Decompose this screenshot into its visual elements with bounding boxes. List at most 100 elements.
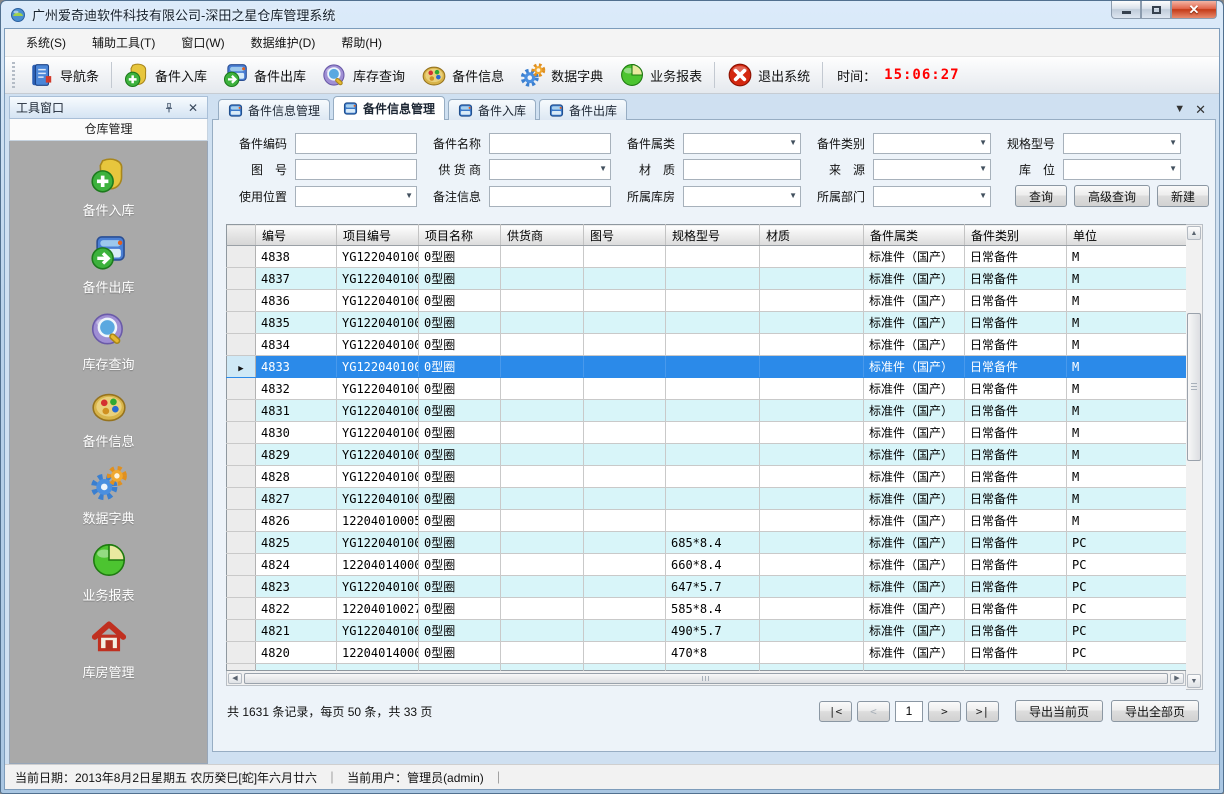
table-cell[interactable]: [760, 290, 864, 312]
table-cell[interactable]: [760, 444, 864, 466]
table-cell[interactable]: YG12204010093: [337, 246, 419, 268]
table-cell[interactable]: 标准件（国产）: [864, 620, 965, 642]
table-cell[interactable]: YG12204010083: [337, 466, 419, 488]
table-cell[interactable]: 4834: [256, 334, 337, 356]
row-selector[interactable]: [227, 246, 256, 268]
table-cell[interactable]: 标准件（国产）: [864, 444, 965, 466]
table-cell[interactable]: 日常备件: [965, 334, 1067, 356]
table-cell[interactable]: 日常备件: [965, 620, 1067, 642]
table-cell[interactable]: 4837: [256, 268, 337, 290]
table-cell[interactable]: M: [1067, 246, 1187, 268]
menu-item-4[interactable]: 帮助(H): [330, 30, 393, 55]
table-cell[interactable]: 标准件（国产）: [864, 510, 965, 532]
table-cell[interactable]: 0型圈: [419, 444, 501, 466]
table-cell[interactable]: [584, 378, 666, 400]
table-cell[interactable]: M: [1067, 334, 1187, 356]
table-cell[interactable]: 0型圈: [419, 598, 501, 620]
grid-column-header[interactable]: 规格型号: [666, 225, 760, 246]
table-cell[interactable]: 0型圈: [419, 510, 501, 532]
table-cell[interactable]: 0型圈: [419, 422, 501, 444]
table-cell[interactable]: [501, 488, 584, 510]
close-button[interactable]: ✕: [1171, 1, 1217, 19]
sidebar-item-6[interactable]: 库房管理: [39, 618, 179, 681]
table-cell[interactable]: 4833: [256, 356, 337, 378]
toolbar-button-5[interactable]: 数据字典: [512, 59, 611, 91]
table-cell[interactable]: [666, 268, 760, 290]
table-cell[interactable]: 标准件（国产）: [864, 334, 965, 356]
table-cell[interactable]: 标准件（国产）: [864, 246, 965, 268]
grid-column-header[interactable]: 供货商: [501, 225, 584, 246]
scroll-up-icon[interactable]: ▲: [1187, 226, 1201, 240]
toolbar-button-4[interactable]: 备件信息: [413, 59, 512, 91]
sidebar-close-icon[interactable]: ✕: [185, 100, 201, 115]
table-cell[interactable]: [584, 598, 666, 620]
toolbar-button-6[interactable]: 业务报表: [611, 59, 710, 91]
table-cell[interactable]: 647*5.7: [666, 576, 760, 598]
row-selector[interactable]: [227, 334, 256, 356]
table-cell[interactable]: [666, 444, 760, 466]
table-cell[interactable]: [760, 422, 864, 444]
table-cell[interactable]: 日常备件: [965, 312, 1067, 334]
table-cell[interactable]: [666, 422, 760, 444]
row-selector[interactable]: [227, 532, 256, 554]
row-selector[interactable]: [227, 554, 256, 576]
horizontal-scroll-thumb[interactable]: [244, 673, 1168, 684]
table-cell[interactable]: YG12204010084: [337, 444, 419, 466]
table-cell[interactable]: [760, 268, 864, 290]
table-cell[interactable]: [584, 642, 666, 664]
table-cell[interactable]: [584, 466, 666, 488]
table-cell[interactable]: YG12204010080: [337, 576, 419, 598]
table-cell[interactable]: PC: [1067, 620, 1187, 642]
table-cell[interactable]: M: [1067, 400, 1187, 422]
table-cell[interactable]: 日常备件: [965, 598, 1067, 620]
row-selector[interactable]: [227, 268, 256, 290]
scroll-down-icon[interactable]: ▼: [1187, 674, 1201, 688]
toolbar-grip[interactable]: [12, 62, 15, 88]
table-cell[interactable]: [501, 532, 584, 554]
table-cell[interactable]: YG12204010079: [337, 620, 419, 642]
table-cell[interactable]: [584, 334, 666, 356]
grid-column-header[interactable]: 项目编号: [337, 225, 419, 246]
table-cell[interactable]: 1220401400012: [337, 554, 419, 576]
grid-column-header[interactable]: 备件属类: [864, 225, 965, 246]
table-cell[interactable]: 标准件（国产）: [864, 378, 965, 400]
table-cell[interactable]: [584, 290, 666, 312]
table-cell[interactable]: 日常备件: [965, 466, 1067, 488]
table-cell[interactable]: 日常备件: [965, 246, 1067, 268]
table-cell[interactable]: [584, 620, 666, 642]
form-text-input[interactable]: [295, 159, 417, 180]
table-cell[interactable]: 4832: [256, 378, 337, 400]
table-cell[interactable]: 0型圈: [419, 334, 501, 356]
table-cell[interactable]: [666, 466, 760, 488]
table-cell[interactable]: YG12204010090: [337, 312, 419, 334]
table-cell[interactable]: YG12204010085: [337, 422, 419, 444]
menu-item-1[interactable]: 辅助工具(T): [81, 30, 166, 55]
form-text-input[interactable]: [489, 186, 611, 207]
table-cell[interactable]: [584, 312, 666, 334]
scroll-right-icon[interactable]: ▶: [1170, 673, 1184, 684]
tab-1[interactable]: 备件信息管理: [333, 96, 445, 120]
table-cell[interactable]: [584, 422, 666, 444]
form-text-input[interactable]: [683, 159, 801, 180]
table-cell[interactable]: [501, 620, 584, 642]
table-cell[interactable]: 4828: [256, 466, 337, 488]
table-cell[interactable]: 日常备件: [965, 444, 1067, 466]
table-cell[interactable]: 0型圈: [419, 488, 501, 510]
table-cell[interactable]: [584, 268, 666, 290]
table-cell[interactable]: 标准件（国产）: [864, 422, 965, 444]
table-cell[interactable]: YG12204010081: [337, 532, 419, 554]
advanced-query-button[interactable]: 高级查询: [1074, 185, 1150, 207]
table-cell[interactable]: 日常备件: [965, 576, 1067, 598]
table-cell[interactable]: M: [1067, 510, 1187, 532]
table-cell[interactable]: YG12204010087: [337, 378, 419, 400]
sidebar-item-1[interactable]: 备件出库: [39, 233, 179, 296]
table-cell[interactable]: [666, 334, 760, 356]
table-cell[interactable]: 0型圈: [419, 400, 501, 422]
table-cell[interactable]: [501, 510, 584, 532]
table-cell[interactable]: [666, 400, 760, 422]
table-cell[interactable]: [760, 466, 864, 488]
table-cell[interactable]: [760, 246, 864, 268]
table-cell[interactable]: 标准件（国产）: [864, 290, 965, 312]
table-cell[interactable]: [584, 356, 666, 378]
table-cell[interactable]: 标准件（国产）: [864, 356, 965, 378]
